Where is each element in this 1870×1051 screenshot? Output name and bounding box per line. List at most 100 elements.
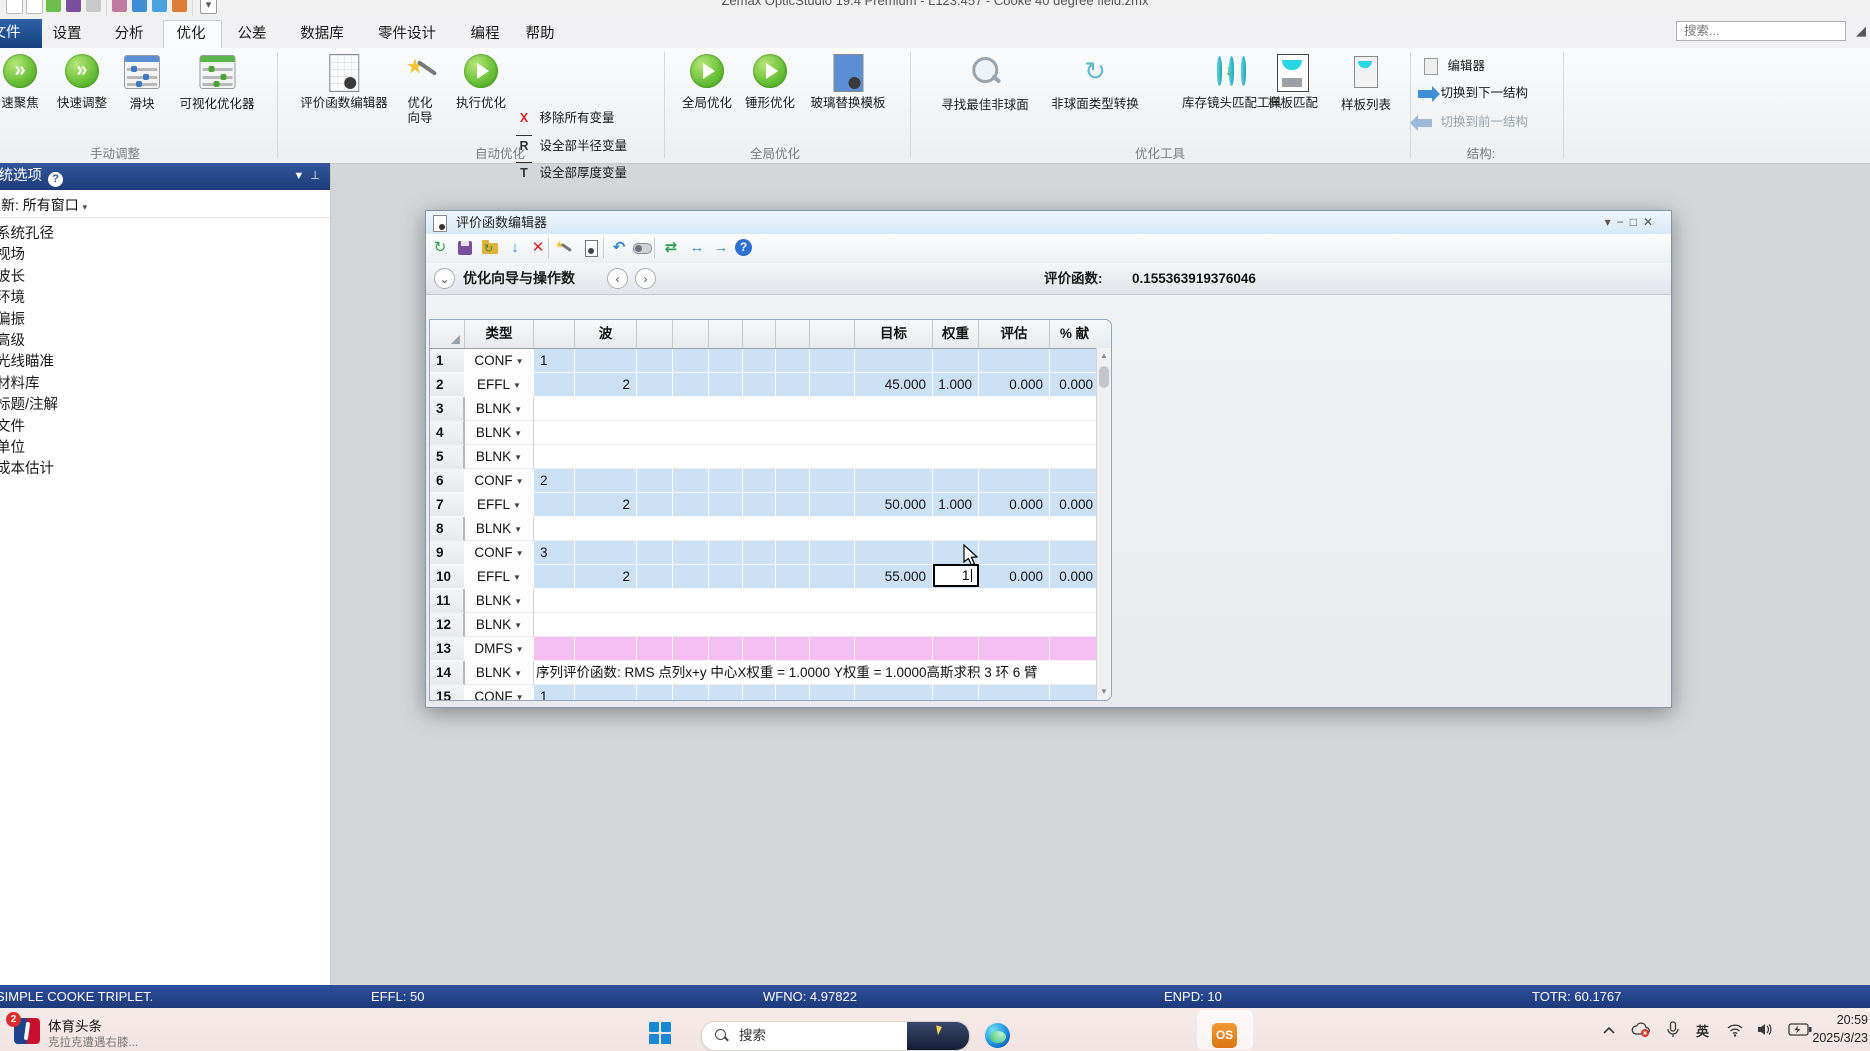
battery-icon[interactable] [1788,1023,1812,1036]
cell-contrib[interactable] [1050,685,1099,700]
delete-operand-icon[interactable]: ✕ [528,238,548,258]
cell-wave[interactable]: 2 [575,565,637,589]
visual-optimizer-button[interactable]: 可视化优化器 [179,52,255,112]
ribbon-search-input[interactable] [1676,21,1846,41]
run-optimization-button[interactable]: 执行优化 [456,52,506,111]
cell-config[interactable] [534,397,575,421]
sidebar-item[interactable]: 系统孔径 [0,224,58,245]
table-row[interactable]: 9 CONF ▼ 3 [430,541,1111,565]
sidebar-item[interactable]: 文件 [0,417,58,438]
table-row[interactable]: 12 BLNK ▼ [430,613,1111,637]
cell-target[interactable] [855,421,933,445]
opticstudio-app-icon[interactable]: OS [1212,1023,1237,1048]
col-type[interactable]: 类型 [465,320,534,348]
cell-contrib[interactable] [1050,421,1099,445]
sidebar-item[interactable]: 波长 [0,267,58,288]
update-selector[interactable]: 更新: 所有窗口 ▾ [0,193,330,218]
news-title[interactable]: 体育头条 [48,1015,102,1035]
table-row[interactable]: 3 BLNK ▼ [430,397,1111,421]
cell-value[interactable] [979,589,1050,613]
table-row[interactable]: 6 CONF ▼ 2 [430,469,1111,493]
glass-substitution-button[interactable]: 玻璃替换模板 [810,52,886,111]
cell-value[interactable]: 0.000 [979,373,1050,397]
row-number[interactable]: 3 [430,397,465,421]
editor-titlebar[interactable]: 评价函数编辑器 ▾−□✕ [426,211,1671,235]
update-all-icon[interactable]: ⇄ [661,238,681,258]
cell-wave[interactable] [575,589,637,613]
cell-wave[interactable] [575,517,637,541]
cell-target[interactable]: 45.000 [855,373,933,397]
row-number[interactable]: 2 [430,373,465,397]
cell-weight[interactable] [933,637,979,661]
reload-icon[interactable] [480,238,500,259]
row-number[interactable]: 4 [430,421,465,445]
window-menu-icon[interactable]: ▾ [1605,215,1617,229]
next-configuration-button[interactable]: 切换到下一结构 [1418,83,1528,103]
tool-icon[interactable] [112,0,127,12]
tab-optimize[interactable]: 优化 [177,21,206,48]
table-row[interactable]: 4 BLNK ▼ [430,421,1111,445]
operand-type-dropdown[interactable]: CONF ▼ [465,469,534,493]
save-icon[interactable] [455,238,475,258]
previous-configuration-button[interactable]: 切换到前一结构 [1410,112,1528,132]
cell-value[interactable] [979,445,1050,469]
cell-config[interactable] [534,421,575,445]
go-to-icon[interactable]: → [711,238,731,258]
row-number[interactable]: 14 [430,661,465,685]
operand-type-dropdown[interactable]: BLNK ▼ [465,661,534,685]
close-icon[interactable]: ✕ [1643,215,1659,229]
cell-wave[interactable] [575,685,637,700]
operand-type-dropdown[interactable]: CONF ▼ [465,349,534,373]
print-icon[interactable] [86,0,101,12]
copy-structure-icon[interactable]: ▾ [200,0,217,14]
scroll-up-icon[interactable]: ▲ [1097,348,1111,364]
speaker-icon[interactable] [1756,1022,1774,1037]
cell-wave[interactable] [575,613,637,637]
sidebar-item[interactable]: 视场 [0,245,58,266]
cell-weight[interactable] [933,613,979,637]
prev-next-icon[interactable]: ↔ [687,238,707,258]
minimize-icon[interactable]: − [1617,215,1630,229]
sidebar-item[interactable]: 材料库 [0,374,58,395]
config-editor-button[interactable]: 编辑器 [1424,56,1485,76]
col-contrib[interactable]: % 献 [1050,320,1099,348]
cell-value[interactable] [979,637,1050,661]
row-number[interactable]: 9 [430,541,465,565]
cell-value[interactable]: 0.000 [979,565,1050,589]
cell-weight[interactable]: 1.000 [933,373,979,397]
cell-config[interactable]: 1 [534,349,575,373]
col-value[interactable]: 评估 [979,320,1050,348]
start-button[interactable] [649,1022,671,1044]
cell-target[interactable] [855,613,933,637]
cell-contrib[interactable] [1050,517,1099,541]
cell-wave[interactable]: 2 [575,373,637,397]
new-file-icon[interactable] [6,0,23,14]
optimization-wizard-button[interactable]: ★ 优化向导 [402,52,440,126]
row-number[interactable]: 5 [430,445,465,469]
operand-type-dropdown[interactable]: CONF ▼ [465,685,534,700]
help-icon[interactable]: ? [735,239,752,256]
page-icon[interactable] [26,0,43,14]
row-number[interactable]: 7 [430,493,465,517]
table-row[interactable]: 5 BLNK ▼ [430,445,1111,469]
row-number[interactable]: 15 [430,685,465,700]
cell-target[interactable] [855,685,933,700]
row-number[interactable]: 8 [430,517,465,541]
tab-file[interactable]: 文件 [0,19,42,48]
operand-type-dropdown[interactable]: BLNK ▼ [465,613,534,637]
tab-tolerance[interactable]: 公差 [238,21,267,48]
merit-editor-button[interactable]: 评价函数编辑器 [300,52,388,111]
sidebar-item[interactable]: 偏振 [0,310,58,331]
cell-target[interactable]: 55.000 [855,565,933,589]
table-row[interactable]: 15 CONF ▼ 1 [430,685,1111,700]
prev-page-icon[interactable]: ‹ [607,268,628,289]
table-row[interactable]: 8 BLNK ▼ [430,517,1111,541]
row-number[interactable]: 1 [430,349,465,373]
clock[interactable]: 20:59 2025/3/23 [1812,1011,1868,1047]
cell-config[interactable]: 3 [534,541,575,565]
cell-weight[interactable] [933,589,979,613]
operand-type-dropdown[interactable]: CONF ▼ [465,541,534,565]
cell-contrib[interactable] [1050,445,1099,469]
operand-type-dropdown[interactable]: EFFL ▼ [465,373,534,397]
edge-browser-icon[interactable] [985,1023,1010,1048]
